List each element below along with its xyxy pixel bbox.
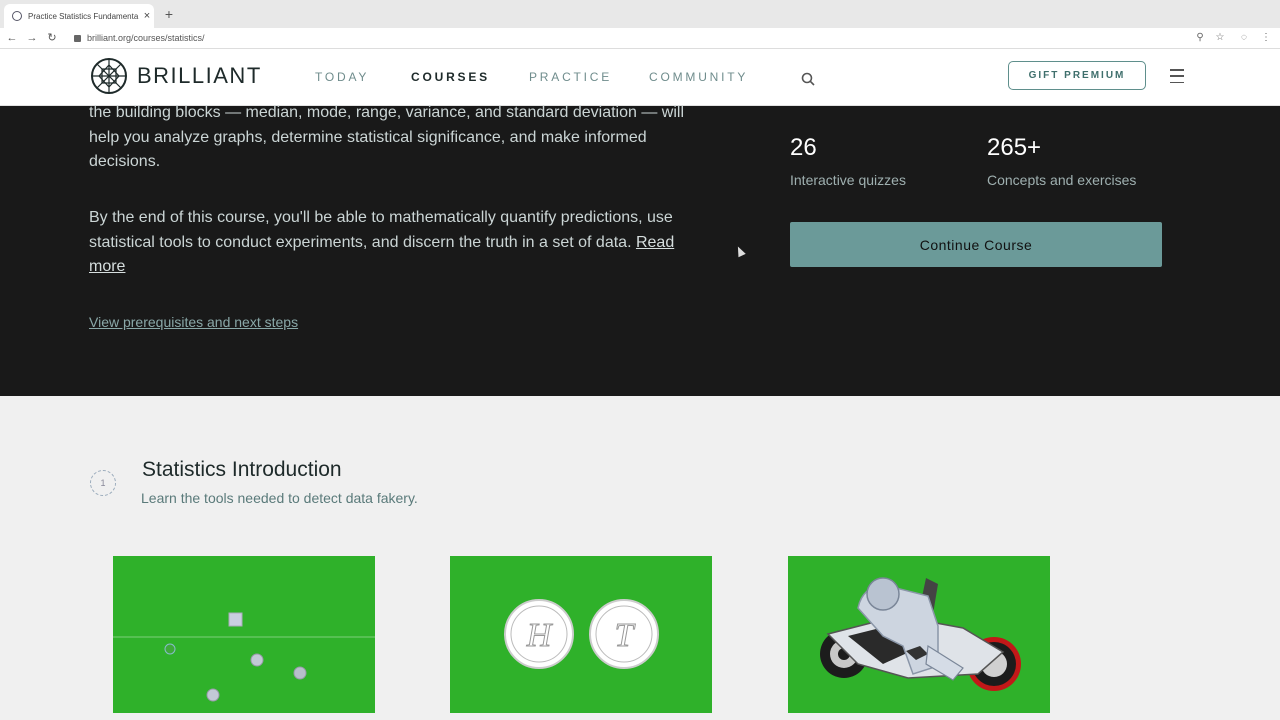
chapter-title[interactable]: Statistics Introduction — [142, 458, 342, 482]
new-tab-button[interactable]: + — [160, 5, 178, 23]
nav-today[interactable]: TODAY — [315, 70, 369, 84]
coin-tails-label: T — [615, 617, 636, 654]
lesson-card[interactable]: H T — [450, 556, 712, 713]
browser-tab[interactable]: Practice Statistics Fundamenta × — [4, 4, 154, 28]
bookmark-star-icon[interactable]: ☆ — [1212, 30, 1228, 46]
extension-icon[interactable]: ◌ — [1236, 30, 1252, 46]
back-icon[interactable]: ← — [4, 30, 20, 46]
quizzes-count: 26 — [790, 134, 817, 161]
browser-tab-bar: Practice Statistics Fundamenta × + — [0, 0, 1280, 28]
prerequisites-link[interactable]: View prerequisites and next steps — [89, 314, 298, 330]
close-tab-icon[interactable]: × — [140, 10, 154, 22]
hamburger-menu-icon[interactable] — [1170, 69, 1184, 83]
nav-community[interactable]: COMMUNITY — [649, 70, 748, 84]
nav-courses[interactable]: COURSES — [411, 70, 490, 84]
browser-menu-icon[interactable]: ⋮ — [1258, 30, 1274, 46]
course-outcome: By the end of this course, you'll be abl… — [89, 206, 714, 280]
zoom-icon[interactable]: ⚲ — [1192, 30, 1208, 46]
lock-icon — [74, 34, 81, 42]
mouse-cursor-icon — [734, 244, 746, 258]
gift-premium-button[interactable]: GIFT PREMIUM — [1008, 61, 1146, 90]
url-text: brilliant.org/courses/statistics/ — [87, 33, 205, 43]
quizzes-label: Interactive quizzes — [790, 172, 906, 188]
coins-illustration: H T — [504, 599, 659, 669]
lesson-card[interactable] — [113, 556, 375, 713]
chapter-number-badge: 1 — [90, 470, 116, 496]
course-description: the building blocks — median, mode, rang… — [89, 104, 684, 170]
brilliant-logo[interactable]: BRILLIANT — [90, 57, 262, 95]
chapter-subtitle: Learn the tools needed to detect data fa… — [141, 490, 418, 506]
favicon-icon — [12, 11, 22, 21]
concepts-count: 265+ — [987, 134, 1042, 161]
brilliant-logo-icon — [91, 58, 127, 94]
site-header: BRILLIANT TODAY COURSES PRACTICE COMMUNI… — [0, 49, 1280, 106]
reload-icon[interactable]: ↻ — [44, 30, 60, 46]
brand-name: BRILLIANT — [137, 63, 262, 88]
tab-title: Practice Statistics Fundamenta — [28, 11, 139, 21]
motorcycle-rider-illustration — [820, 577, 1021, 691]
coin-heads-label: H — [526, 617, 554, 654]
forward-icon[interactable]: → — [24, 30, 40, 46]
lesson-card[interactable] — [788, 556, 1050, 713]
nav-practice[interactable]: PRACTICE — [529, 70, 612, 84]
address-bar: ← → ↻ brilliant.org/courses/statistics/ … — [0, 28, 1280, 49]
concepts-label: Concepts and exercises — [987, 172, 1137, 188]
course-outcome-text: By the end of this course, you'll be abl… — [89, 209, 673, 251]
data-points-illustration — [113, 612, 375, 702]
url-field[interactable]: brilliant.org/courses/statistics/ — [74, 31, 205, 45]
course-hero: the building blocks — median, mode, rang… — [0, 104, 1280, 396]
continue-course-button[interactable]: Continue Course — [790, 222, 1162, 267]
search-icon[interactable] — [800, 71, 816, 87]
